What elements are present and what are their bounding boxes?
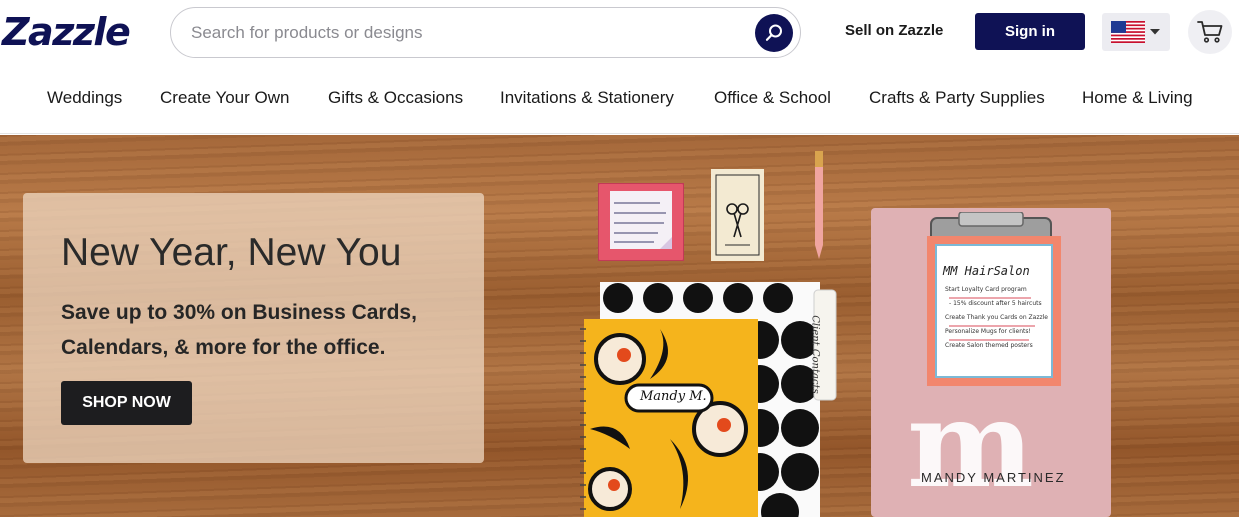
chevron-down-icon <box>1150 29 1160 35</box>
search-bar <box>170 7 801 58</box>
folder-tab-label: Client Contacts <box>809 315 821 394</box>
search-button[interactable] <box>755 14 793 52</box>
notebook-name-label: Mandy M. <box>640 389 707 404</box>
nav-item-create-your-own[interactable]: Create Your Own <box>160 88 289 108</box>
clipboard-line-5: Create Salon themed posters <box>945 342 1033 349</box>
clipboard-note-image <box>927 236 1061 386</box>
shop-now-button[interactable]: SHOP NOW <box>61 381 192 425</box>
search-input[interactable] <box>191 20 751 46</box>
clipboard-heading: MM HairSalon <box>943 264 1030 278</box>
sell-on-zazzle-link[interactable]: Sell on Zazzle <box>845 22 943 39</box>
clipboard-line-4: Personalize Mugs for clients! <box>945 328 1031 335</box>
zazzle-logo[interactable]: Zazzle <box>2 8 131 56</box>
cart-button[interactable] <box>1188 10 1232 54</box>
scissors-card-image <box>711 169 764 261</box>
us-flag-icon <box>1111 21 1145 43</box>
nav-item-home-living[interactable]: Home & Living <box>1082 88 1193 108</box>
locale-selector[interactable] <box>1102 13 1170 51</box>
pencil-image <box>815 151 823 259</box>
search-icon <box>765 24 782 41</box>
clipboard-name: MANDY MARTINEZ <box>921 470 1066 485</box>
hero-banner[interactable]: New Year, New You Save up to 30% on Busi… <box>0 135 1239 517</box>
clipboard-image: MM HairSalon Start Loyalty Card program … <box>871 208 1111 517</box>
hero-subtitle: Save up to 30% on Business Cards, Calend… <box>61 301 417 359</box>
nav-item-invitations-stationery[interactable]: Invitations & Stationery <box>500 88 674 108</box>
nav-item-office-school[interactable]: Office & School <box>714 88 831 108</box>
cart-icon <box>1197 21 1223 43</box>
clipboard-line-3: Create Thank you Cards on Zazzle <box>945 314 1048 321</box>
clipboard-line-1: Start Loyalty Card program <box>945 286 1027 293</box>
nav-item-weddings[interactable]: Weddings <box>47 88 122 108</box>
sign-in-button[interactable]: Sign in <box>975 13 1085 50</box>
hero-promo-card: New Year, New You Save up to 30% on Busi… <box>23 193 484 463</box>
category-nav: Weddings Create Your Own Gifts & Occasio… <box>0 64 1239 134</box>
nav-item-crafts-party-supplies[interactable]: Crafts & Party Supplies <box>869 88 1045 108</box>
nav-item-gifts-occasions[interactable]: Gifts & Occasions <box>328 88 463 108</box>
clipboard-line-2: - 15% discount after 5 haircuts <box>949 300 1042 307</box>
site-header: Zazzle Sell on Zazzle Sign in <box>0 0 1239 64</box>
hero-title: New Year, New You <box>61 231 402 274</box>
sticky-note-pad-image <box>598 183 684 261</box>
clipboard-monogram: m <box>907 374 1034 515</box>
floral-notebook-image <box>580 319 758 517</box>
